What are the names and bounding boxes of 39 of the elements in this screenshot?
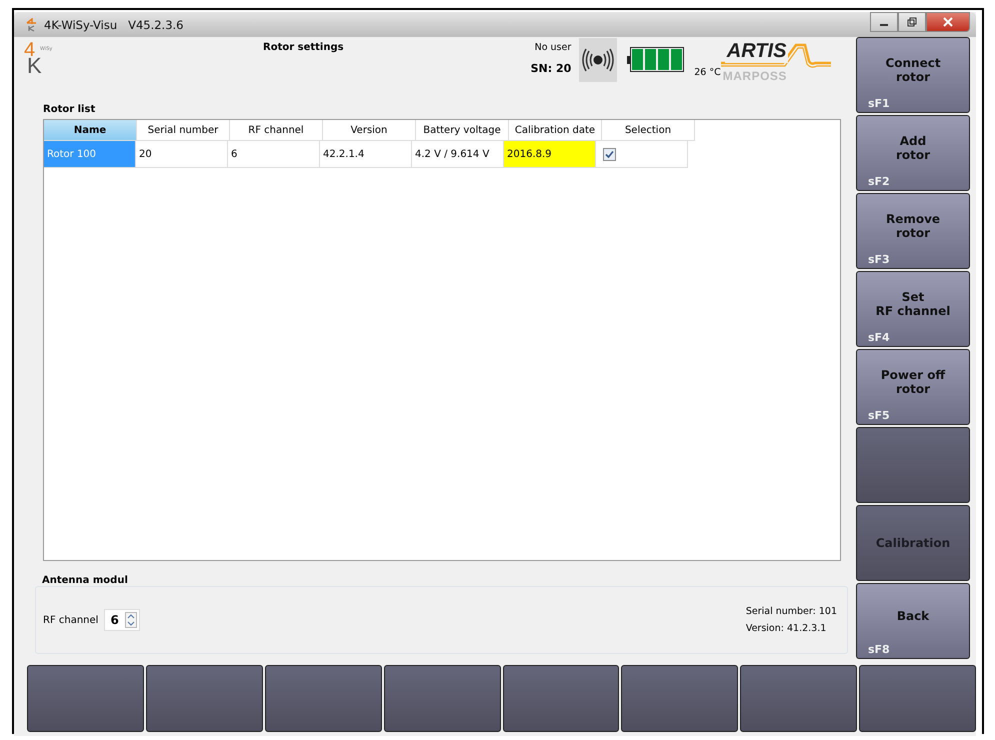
user-label: No user	[534, 42, 572, 53]
restore-button[interactable]	[898, 12, 926, 32]
section-title: Antenna modul	[42, 575, 129, 586]
function-button[interactable]: Back sF8	[856, 583, 970, 659]
serial-label: SN: 20	[530, 62, 572, 75]
restore-icon	[907, 17, 917, 27]
function-button[interactable]: Set RF channel sF4	[856, 271, 970, 347]
app-icon	[26, 18, 38, 32]
selection-checkbox[interactable]	[603, 148, 616, 160]
battery-indicator	[627, 47, 684, 72]
temperature-label: 26 °C	[694, 67, 721, 78]
column-header[interactable]: Battery voltage	[416, 120, 509, 141]
field-label: RF channel	[43, 614, 98, 626]
table-cell: 2016.8.9	[504, 141, 596, 168]
signal-icon	[579, 38, 618, 82]
function-button[interactable]: Add rotor sF2	[856, 115, 970, 191]
minimize-button[interactable]	[870, 12, 898, 32]
close-icon	[943, 17, 953, 27]
function-button[interactable]: Connect rotor sF1	[856, 37, 970, 113]
table-cell: 42.2.1.4	[320, 141, 412, 168]
version-label: Version: 41.2.3.1	[746, 623, 828, 634]
column-header[interactable]: Selection	[602, 120, 695, 141]
table-cell: Rotor 100	[44, 141, 136, 168]
rf-channel-spinner[interactable]: 6	[104, 609, 140, 631]
section-title: Rotor list	[43, 104, 96, 115]
table-cell: 20	[136, 141, 228, 168]
serial-number-label: Serial number: 101	[746, 606, 837, 617]
window-title: 4K-WiSy-Visu V45.2.3.6	[44, 18, 184, 32]
column-header[interactable]: RF channel	[230, 120, 323, 141]
column-header[interactable]: Calibration date	[509, 120, 602, 141]
minimize-icon	[880, 24, 888, 26]
column-header[interactable]: Serial number	[137, 120, 230, 141]
function-button[interactable]: Remove rotor sF3	[856, 193, 970, 269]
column-header[interactable]: Name	[44, 120, 137, 141]
column-header[interactable]: Version	[323, 120, 416, 141]
table-cell: 6	[228, 141, 320, 168]
close-button[interactable]	[926, 12, 970, 32]
page-title: Rotor settings	[263, 42, 344, 53]
function-button[interactable]: Power off rotor sF5	[856, 349, 970, 425]
